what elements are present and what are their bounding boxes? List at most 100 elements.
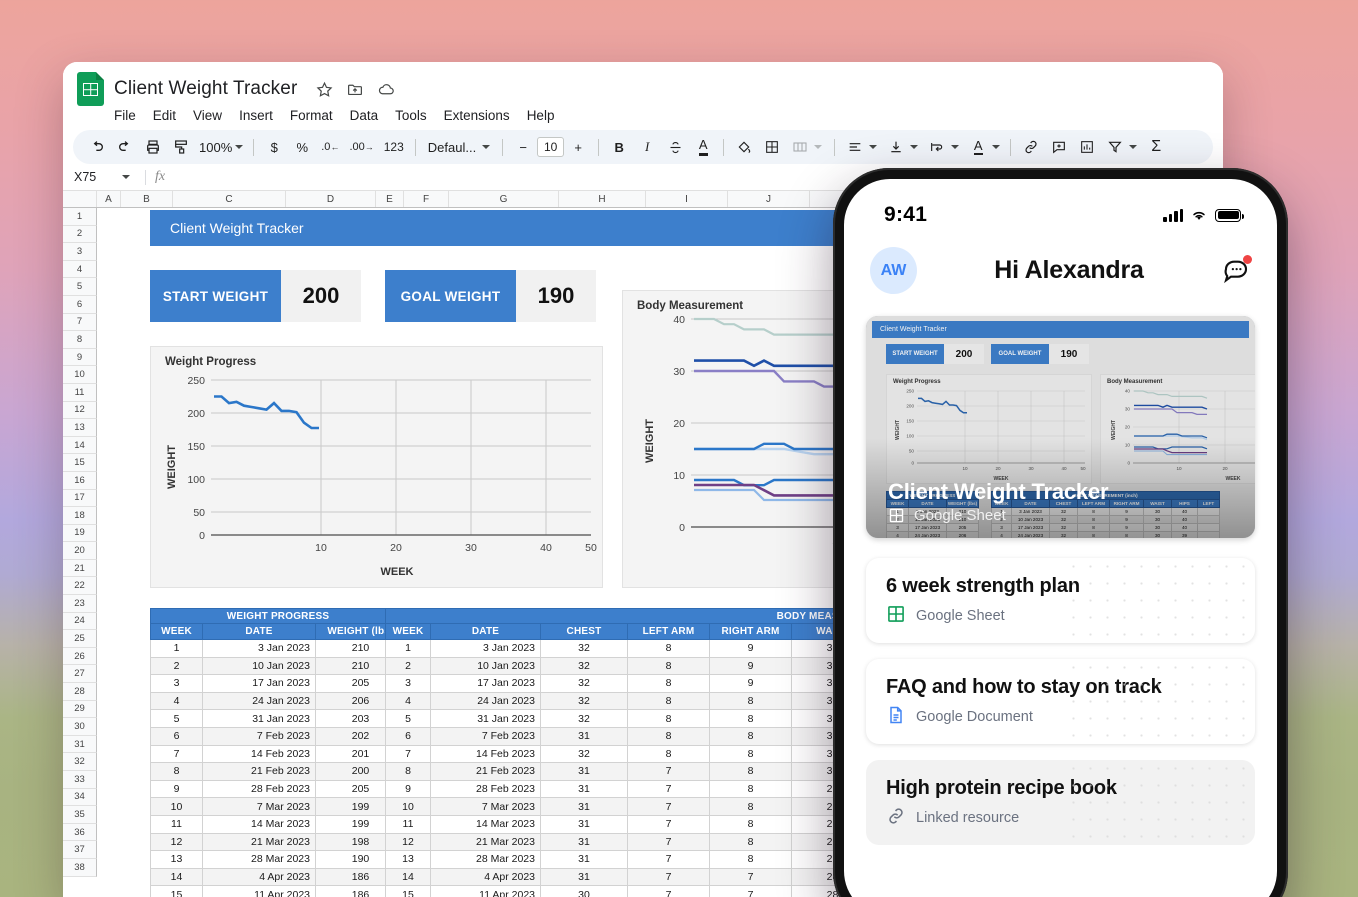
avatar[interactable]: AW: [870, 247, 917, 294]
redo-icon[interactable]: [111, 133, 139, 161]
document-title[interactable]: Client Weight Tracker: [114, 78, 297, 100]
column-header-G[interactable]: G: [449, 191, 559, 207]
menu-edit[interactable]: Edit: [153, 108, 176, 123]
row-header-26[interactable]: 26: [63, 647, 97, 666]
column-header-J[interactable]: J: [728, 191, 810, 207]
row-header-5[interactable]: 5: [63, 278, 97, 296]
column-header-D[interactable]: D: [286, 191, 376, 207]
row-header-14[interactable]: 14: [63, 436, 97, 455]
chevron-down-icon[interactable]: [910, 145, 919, 149]
borders-icon[interactable]: [758, 133, 786, 161]
font-size-input[interactable]: 10: [537, 137, 565, 157]
row-header-17[interactable]: 17: [63, 489, 97, 508]
chevron-down-icon[interactable]: [869, 145, 878, 149]
column-header-E[interactable]: E: [376, 191, 404, 207]
insert-comment-icon[interactable]: [1045, 133, 1073, 161]
functions-icon[interactable]: Σ: [1142, 133, 1170, 161]
menu-extensions[interactable]: Extensions: [444, 108, 510, 123]
row-header-9[interactable]: 9: [63, 348, 97, 367]
menu-view[interactable]: View: [193, 108, 222, 123]
column-header-I[interactable]: I: [646, 191, 728, 207]
menu-format[interactable]: Format: [290, 108, 333, 123]
menu-file[interactable]: File: [114, 108, 136, 123]
chat-bubble-icon[interactable]: [1221, 254, 1252, 286]
strikethrough-icon[interactable]: [661, 133, 689, 161]
row-header-21[interactable]: 21: [63, 559, 97, 578]
insert-link-icon[interactable]: [1017, 133, 1045, 161]
increase-decimal-button[interactable]: .00 →: [344, 133, 378, 161]
text-wrapping-icon[interactable]: [923, 133, 951, 161]
chevron-down-icon[interactable]: [1129, 145, 1138, 149]
column-header-H[interactable]: H: [559, 191, 646, 207]
filter-icon[interactable]: [1101, 133, 1129, 161]
row-header-16[interactable]: 16: [63, 471, 97, 490]
row-header-10[interactable]: 10: [63, 366, 97, 384]
row-header-15[interactable]: 15: [63, 454, 97, 472]
print-icon[interactable]: [139, 133, 167, 161]
row-header-27[interactable]: 27: [63, 665, 97, 684]
row-header-18[interactable]: 18: [63, 507, 97, 525]
resource-card-2[interactable]: FAQ and how to stay on track Google Docum…: [866, 659, 1255, 744]
number-format-button[interactable]: 123: [379, 133, 409, 161]
chevron-down-icon[interactable]: [992, 145, 1001, 149]
column-header-F[interactable]: F: [404, 191, 449, 207]
menu-help[interactable]: Help: [527, 108, 555, 123]
chevron-down-icon[interactable]: [951, 145, 960, 149]
row-header-31[interactable]: 31: [63, 735, 97, 754]
row-header-13[interactable]: 13: [63, 419, 97, 437]
row-header-4[interactable]: 4: [63, 260, 97, 279]
merge-cells-icon[interactable]: [786, 133, 814, 161]
row-header-7[interactable]: 7: [63, 313, 97, 332]
row-header-29[interactable]: 29: [63, 700, 97, 719]
row-header-37[interactable]: 37: [63, 841, 97, 859]
menu-insert[interactable]: Insert: [239, 108, 273, 123]
horizontal-align-icon[interactable]: [841, 133, 869, 161]
undo-icon[interactable]: [83, 133, 111, 161]
column-header-A[interactable]: A: [97, 191, 121, 207]
increase-font-size-button[interactable]: +: [564, 133, 592, 161]
hero-card[interactable]: Client Weight Tracker START WEIGHT 200 G…: [866, 316, 1255, 538]
font-selector[interactable]: Defaul...: [422, 140, 496, 155]
cloud-saved-icon[interactable]: [377, 81, 396, 98]
row-header-33[interactable]: 33: [63, 771, 97, 789]
decrease-font-size-button[interactable]: −: [509, 133, 537, 161]
row-header-30[interactable]: 30: [63, 718, 97, 736]
row-header-1[interactable]: 1: [63, 208, 97, 226]
chevron-down-icon[interactable]: [814, 145, 823, 149]
move-to-folder-icon[interactable]: [346, 81, 364, 98]
fill-color-icon[interactable]: [730, 133, 758, 161]
select-all-corner[interactable]: [63, 191, 97, 207]
row-header-34[interactable]: 34: [63, 788, 97, 807]
row-header-6[interactable]: 6: [63, 295, 97, 314]
resource-card-1[interactable]: 6 week strength plan Google Sheet: [866, 558, 1255, 643]
row-header-38[interactable]: 38: [63, 858, 97, 877]
italic-button[interactable]: I: [633, 133, 661, 161]
text-rotation-icon[interactable]: A: [964, 133, 992, 161]
row-header-20[interactable]: 20: [63, 542, 97, 560]
row-header-28[interactable]: 28: [63, 683, 97, 701]
menu-data[interactable]: Data: [350, 108, 379, 123]
row-header-12[interactable]: 12: [63, 401, 97, 420]
row-header-22[interactable]: 22: [63, 577, 97, 596]
row-header-36[interactable]: 36: [63, 823, 97, 842]
name-box[interactable]: X75: [74, 170, 136, 184]
currency-button[interactable]: $: [260, 133, 288, 161]
percent-button[interactable]: %: [288, 133, 316, 161]
column-header-B[interactable]: B: [121, 191, 173, 207]
row-header-24[interactable]: 24: [63, 612, 97, 631]
row-header-3[interactable]: 3: [63, 243, 97, 261]
row-header-8[interactable]: 8: [63, 331, 97, 349]
paint-format-icon[interactable]: [167, 133, 195, 161]
zoom-selector[interactable]: 100%: [195, 140, 247, 155]
row-header-32[interactable]: 32: [63, 753, 97, 771]
row-header-23[interactable]: 23: [63, 595, 97, 613]
row-header-11[interactable]: 11: [63, 383, 97, 402]
star-icon[interactable]: [316, 81, 333, 98]
text-color-icon[interactable]: A: [689, 133, 717, 161]
menu-tools[interactable]: Tools: [395, 108, 427, 123]
row-header-19[interactable]: 19: [63, 524, 97, 543]
bold-button[interactable]: B: [605, 133, 633, 161]
vertical-align-icon[interactable]: [882, 133, 910, 161]
decrease-decimal-button[interactable]: .0 ←: [316, 133, 344, 161]
row-header-35[interactable]: 35: [63, 806, 97, 824]
